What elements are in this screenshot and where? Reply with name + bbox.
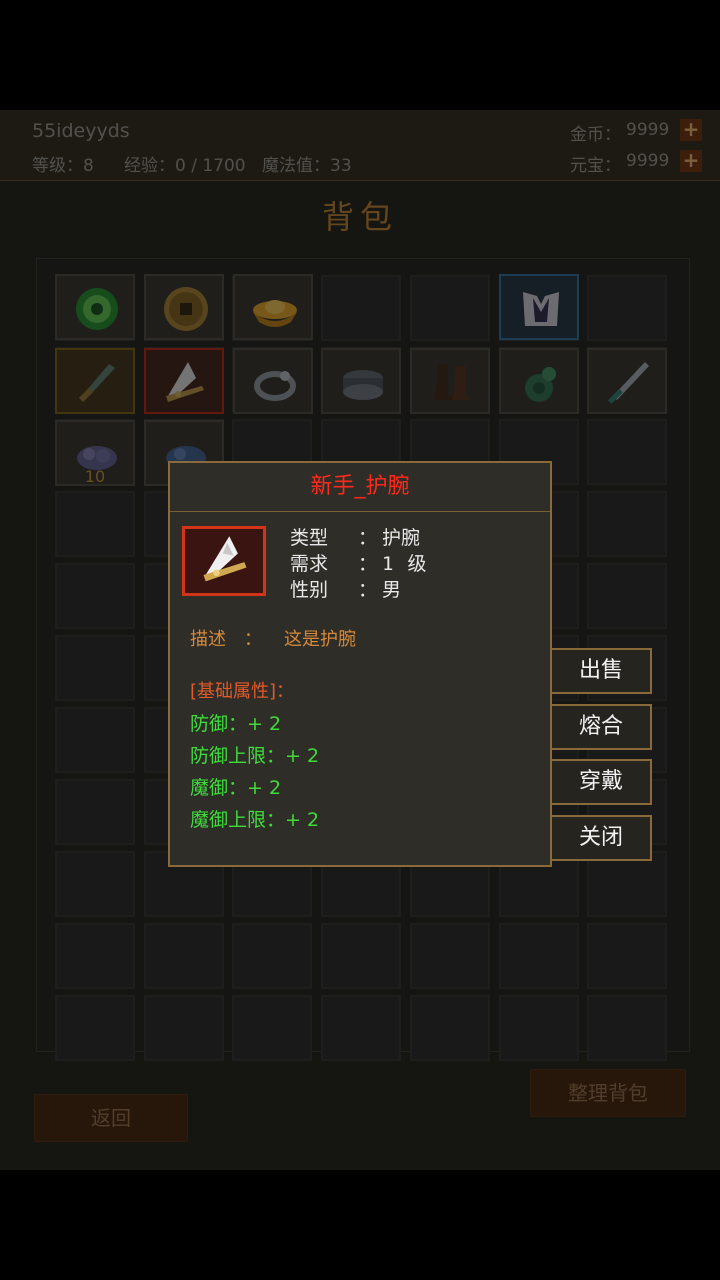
req-unit: 级 — [407, 553, 427, 575]
colon: ： — [358, 579, 378, 601]
item-name: 新手_护腕 — [170, 463, 550, 512]
req-value: 1 — [382, 553, 394, 575]
item-detail-popup: 新手_护腕 类型：护腕 需求： 1 级 性别：男 描述：这是护腕 [基础属性]： 防… — [168, 461, 552, 867]
base-attributes-title: [基础属性]： — [190, 681, 295, 702]
colon: ： — [358, 527, 378, 549]
gender-key: 性别 — [290, 579, 329, 601]
type-key: 类型 — [290, 527, 329, 549]
attribute-line: 魔御：+ 2 — [190, 777, 282, 799]
colon: ： — [244, 629, 262, 650]
colon: ： — [358, 553, 378, 575]
item-description: 描述 ： 这是护腕 — [190, 625, 356, 651]
bracer-icon — [203, 536, 247, 582]
item-requirement-row: 需求 ： 1 级 — [290, 549, 426, 576]
desc-key: 描述 — [190, 629, 226, 650]
fuse-button[interactable]: 熔合 — [550, 704, 652, 750]
item-icon-frame — [182, 526, 266, 596]
attribute-line: 防御：+ 2 — [190, 713, 282, 735]
equip-button[interactable]: 穿戴 — [550, 759, 652, 805]
attribute-line: 防御上限：+ 2 — [190, 745, 320, 767]
req-key: 需求 — [290, 553, 329, 575]
item-type-row: 类型 ：护腕 — [290, 523, 420, 550]
attribute-line: 魔御上限：+ 2 — [190, 809, 320, 831]
item-gender-row: 性别 ：男 — [290, 575, 401, 602]
gender-value: 男 — [382, 579, 402, 601]
close-button[interactable]: 关闭 — [550, 815, 652, 861]
type-value: 护腕 — [382, 527, 421, 549]
sell-button[interactable]: 出售 — [550, 648, 652, 694]
desc-value: 这是护腕 — [284, 629, 356, 650]
